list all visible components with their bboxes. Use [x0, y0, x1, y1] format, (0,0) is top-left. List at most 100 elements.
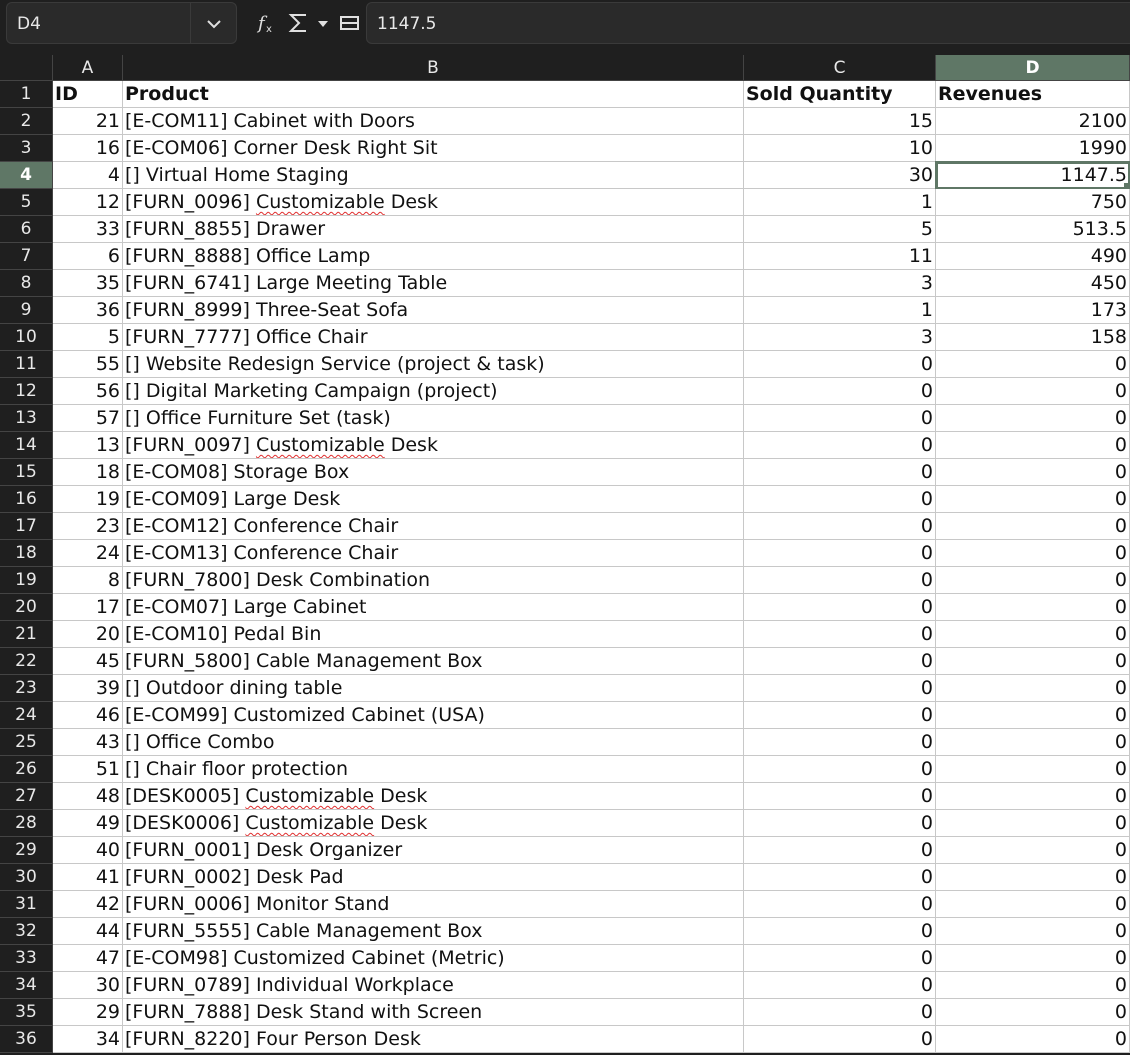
cell-a5[interactable]: 12 — [53, 189, 123, 216]
cell-a28[interactable]: 49 — [53, 810, 123, 837]
name-box[interactable]: D4 — [6, 2, 190, 44]
row-header[interactable]: 21 — [0, 621, 53, 648]
row-header[interactable]: 15 — [0, 459, 53, 486]
row-header[interactable]: 34 — [0, 972, 53, 999]
column-header-c[interactable]: C — [744, 55, 936, 81]
cell-a19[interactable]: 8 — [53, 567, 123, 594]
cell-c18[interactable]: 0 — [744, 540, 936, 567]
row-header[interactable]: 25 — [0, 729, 53, 756]
cell-d29[interactable]: 0 — [936, 837, 1130, 864]
cell-d27[interactable]: 0 — [936, 783, 1130, 810]
cell-a6[interactable]: 33 — [53, 216, 123, 243]
cell-c16[interactable]: 0 — [744, 486, 936, 513]
cell-d34[interactable]: 0 — [936, 972, 1130, 999]
cell-d32[interactable]: 0 — [936, 918, 1130, 945]
cell-c14[interactable]: 0 — [744, 432, 936, 459]
cell-a23[interactable]: 39 — [53, 675, 123, 702]
cell-a12[interactable]: 56 — [53, 378, 123, 405]
cell-a36[interactable]: 34 — [53, 1026, 123, 1053]
row-header[interactable]: 22 — [0, 648, 53, 675]
cell-b9[interactable]: [FURN_8999] Three-Seat Sofa — [123, 297, 744, 324]
cell-b15[interactable]: [E-COM08] Storage Box — [123, 459, 744, 486]
cell-c7[interactable]: 11 — [744, 243, 936, 270]
cell-a18[interactable]: 24 — [53, 540, 123, 567]
cell-b25[interactable]: [] Office Combo — [123, 729, 744, 756]
cell-d33[interactable]: 0 — [936, 945, 1130, 972]
cell-c24[interactable]: 0 — [744, 702, 936, 729]
row-header[interactable]: 1 — [0, 81, 53, 108]
cell-d23[interactable]: 0 — [936, 675, 1130, 702]
cell-c19[interactable]: 0 — [744, 567, 936, 594]
cell-b7[interactable]: [FURN_8888] Office Lamp — [123, 243, 744, 270]
cell-b36[interactable]: [FURN_8220] Four Person Desk — [123, 1026, 744, 1053]
cell-b23[interactable]: [] Outdoor dining table — [123, 675, 744, 702]
cell-b13[interactable]: [] Office Furniture Set (task) — [123, 405, 744, 432]
cell-b12[interactable]: [] Digital Marketing Campaign (project) — [123, 378, 744, 405]
row-header[interactable]: 29 — [0, 837, 53, 864]
cell-a35[interactable]: 29 — [53, 999, 123, 1026]
row-header[interactable]: 35 — [0, 999, 53, 1026]
cell-d4[interactable]: 1147.5 — [935, 161, 1130, 190]
row-header[interactable]: 23 — [0, 675, 53, 702]
cell-c25[interactable]: 0 — [744, 729, 936, 756]
cell-a29[interactable]: 40 — [53, 837, 123, 864]
cell-b2[interactable]: [E-COM11] Cabinet with Doors — [123, 108, 744, 135]
cell-b24[interactable]: [E-COM99] Customized Cabinet (USA) — [123, 702, 744, 729]
function-wizard-icon[interactable]: f x — [256, 11, 280, 35]
cell-d18[interactable]: 0 — [936, 540, 1130, 567]
cell-a7[interactable]: 6 — [53, 243, 123, 270]
cell-c9[interactable]: 1 — [744, 297, 936, 324]
cell-a27[interactable]: 48 — [53, 783, 123, 810]
cell-a9[interactable]: 36 — [53, 297, 123, 324]
cell-c20[interactable]: 0 — [744, 594, 936, 621]
cell-a15[interactable]: 18 — [53, 459, 123, 486]
row-header[interactable]: 11 — [0, 351, 53, 378]
cell-c22[interactable]: 0 — [744, 648, 936, 675]
cell-c12[interactable]: 0 — [744, 378, 936, 405]
cell-c21[interactable]: 0 — [744, 621, 936, 648]
cell-c10[interactable]: 3 — [744, 324, 936, 351]
cell-d10[interactable]: 158 — [936, 324, 1130, 351]
cell-d16[interactable]: 0 — [936, 486, 1130, 513]
cell-a32[interactable]: 44 — [53, 918, 123, 945]
cell-d26[interactable]: 0 — [936, 756, 1130, 783]
cell-b29[interactable]: [FURN_0001] Desk Organizer — [123, 837, 744, 864]
cell-a10[interactable]: 5 — [53, 324, 123, 351]
cell-b20[interactable]: [E-COM07] Large Cabinet — [123, 594, 744, 621]
cell-d1[interactable]: Revenues — [936, 81, 1130, 108]
row-header[interactable]: 27 — [0, 783, 53, 810]
cell-a13[interactable]: 57 — [53, 405, 123, 432]
cell-d22[interactable]: 0 — [936, 648, 1130, 675]
cell-a30[interactable]: 41 — [53, 864, 123, 891]
row-header[interactable]: 20 — [0, 594, 53, 621]
cell-b4[interactable]: [] Virtual Home Staging — [123, 162, 744, 189]
cell-c15[interactable]: 0 — [744, 459, 936, 486]
cell-a1[interactable]: ID — [53, 81, 123, 108]
cell-a22[interactable]: 45 — [53, 648, 123, 675]
cell-b19[interactable]: [FURN_7800] Desk Combination — [123, 567, 744, 594]
column-header-d[interactable]: D — [936, 55, 1130, 81]
cell-b16[interactable]: [E-COM09] Large Desk — [123, 486, 744, 513]
cell-d2[interactable]: 2100 — [936, 108, 1130, 135]
cell-d21[interactable]: 0 — [936, 621, 1130, 648]
row-header[interactable]: 16 — [0, 486, 53, 513]
cell-a25[interactable]: 43 — [53, 729, 123, 756]
cell-b18[interactable]: [E-COM13] Conference Chair — [123, 540, 744, 567]
column-header-a[interactable]: A — [53, 55, 123, 81]
cell-a34[interactable]: 30 — [53, 972, 123, 999]
row-header[interactable]: 2 — [0, 108, 53, 135]
cell-b33[interactable]: [E-COM98] Customized Cabinet (Metric) — [123, 945, 744, 972]
cell-c29[interactable]: 0 — [744, 837, 936, 864]
cell-d28[interactable]: 0 — [936, 810, 1130, 837]
cell-b5[interactable]: [FURN_0096] Customizable Desk — [123, 189, 744, 216]
cell-d15[interactable]: 0 — [936, 459, 1130, 486]
cell-d31[interactable]: 0 — [936, 891, 1130, 918]
cell-a26[interactable]: 51 — [53, 756, 123, 783]
cell-d19[interactable]: 0 — [936, 567, 1130, 594]
cell-b21[interactable]: [E-COM10] Pedal Bin — [123, 621, 744, 648]
row-header[interactable]: 18 — [0, 540, 53, 567]
cell-c4[interactable]: 30 — [744, 162, 936, 189]
row-header[interactable]: 24 — [0, 702, 53, 729]
row-header[interactable]: 14 — [0, 432, 53, 459]
cell-b8[interactable]: [FURN_6741] Large Meeting Table — [123, 270, 744, 297]
